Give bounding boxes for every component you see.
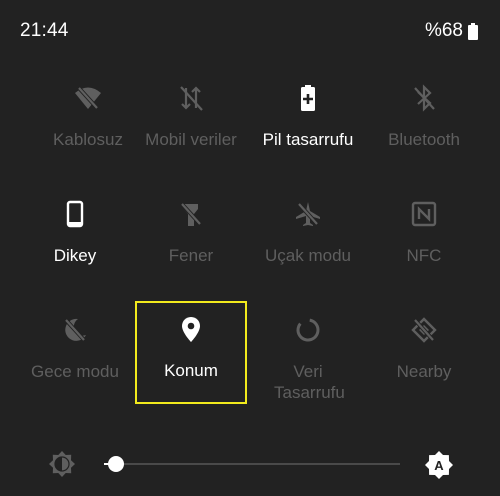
tile-label: Dikey [53,246,97,265]
bluetooth-off-icon [410,84,438,112]
tile-label: NFC [406,246,442,265]
tile-label: Uçak modu [265,246,351,265]
brightness-row: A [0,440,500,490]
tile-label: Fener [168,246,214,265]
data-saver-icon [294,316,322,344]
brightness-slider[interactable] [104,456,400,472]
wifi-off-icon [74,84,102,112]
tile-airplane[interactable]: Uçak modu [250,186,366,276]
auto-brightness-icon[interactable]: A [424,450,454,480]
airplane-off-icon [294,200,322,228]
battery-status: %68 [425,20,478,42]
status-time: 21:44 [20,20,69,41]
tile-orientation[interactable]: Dikey [17,186,133,276]
tile-label: Mobil veriler [145,130,237,149]
tile-label: Pil tasarrufu [262,130,354,149]
tile-night-mode[interactable]: Gece modu [17,302,133,402]
nearby-off-icon [410,316,438,344]
battery-saver-icon [294,84,322,112]
status-bar: 21:44 %68 [0,0,500,62]
tile-label: Konum [164,361,218,380]
tile-bluetooth[interactable]: Bluetooth [366,70,482,160]
tile-label: Kablosuz [53,130,123,149]
brightness-icon [48,450,76,478]
tile-label: Gece modu [31,362,119,381]
location-pin-icon [177,315,205,343]
flashlight-off-icon [177,200,205,228]
nfc-icon [410,200,438,228]
tile-mobile-data[interactable]: Mobil veriler [133,70,249,160]
brightness-thumb[interactable] [107,456,124,472]
tile-data-saver[interactable]: Veri Tasarrufu [250,302,366,402]
tile-label: Nearby [396,362,452,381]
night-mode-off-icon [61,316,89,344]
mobile-data-off-icon [177,84,205,112]
tile-battery-saver[interactable]: Pil tasarrufu [250,70,366,160]
tile-nfc[interactable]: NFC [366,186,482,276]
tile-location[interactable]: Konum [135,301,247,404]
auto-brightness-letter: A [434,458,444,473]
battery-percent: %68 [424,20,463,41]
tile-label: Veri Tasarrufu [274,362,345,402]
tile-wifi[interactable]: Kablosuz [30,70,146,160]
tile-label: Bluetooth [388,130,460,149]
tile-nearby[interactable]: Nearby [366,302,482,402]
battery-icon [468,22,478,40]
tile-flashlight[interactable]: Fener [133,186,249,276]
portrait-icon [61,200,89,228]
